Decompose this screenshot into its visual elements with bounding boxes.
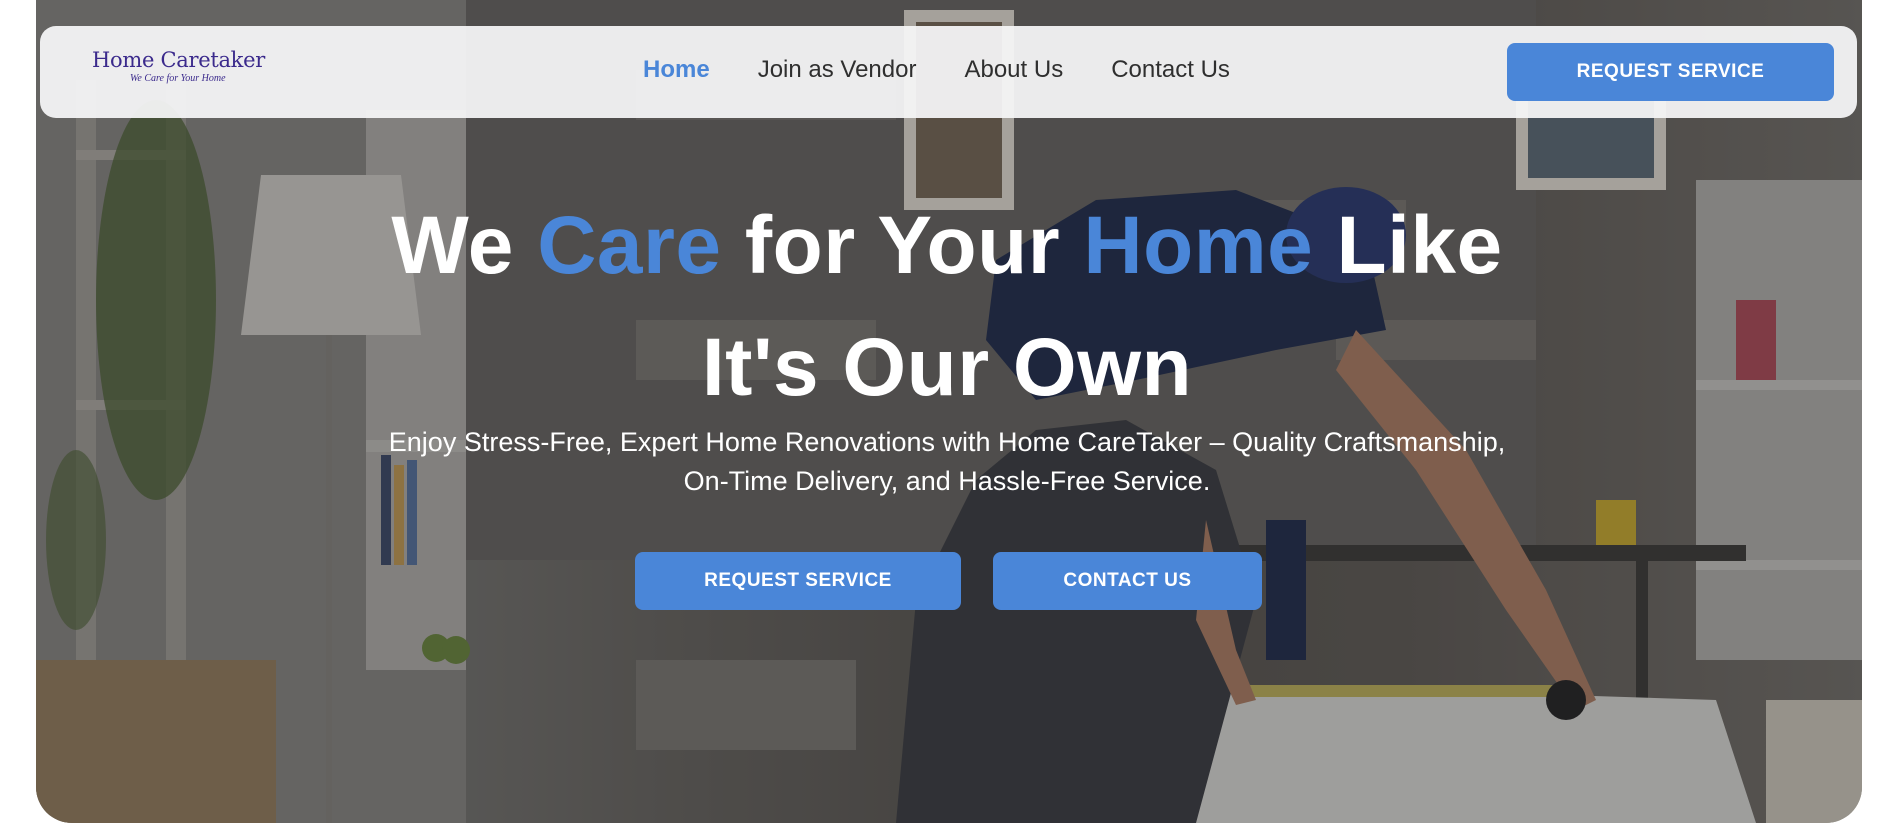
headline-accent-care: Care <box>537 200 722 291</box>
hero-contact-us-button[interactable]: CONTACT US <box>993 552 1262 610</box>
nav-link-contact-us[interactable]: Contact Us <box>1111 56 1230 84</box>
headline-part-1: We <box>391 200 538 291</box>
headline-part-2: for Your <box>721 200 1084 291</box>
headline-part-3: Like <box>1313 200 1503 291</box>
subline-line-1: Enjoy Stress-Free, Expert Home Renovatio… <box>388 427 1506 457</box>
nav-links: Home Join as Vendor About Us Contact Us <box>643 56 1230 84</box>
nav-request-service-button[interactable]: REQUEST SERVICE <box>1507 43 1834 101</box>
headline-line-2: It's Our Own <box>701 322 1193 413</box>
brand-name: Home Caretaker <box>92 48 265 72</box>
subline-line-2: On-Time Delivery, and Hassle-Free Servic… <box>683 466 1211 496</box>
top-navbar: Home Caretaker We Care for Your Home Hom… <box>40 26 1857 118</box>
hero-headline: We Care for Your Home Like It's Our Own <box>0 185 1894 429</box>
brand-tagline: We Care for Your Home <box>130 73 226 84</box>
hero-subheadline: Enjoy Stress-Free, Expert Home Renovatio… <box>0 423 1894 501</box>
nav-link-join-as-vendor[interactable]: Join as Vendor <box>758 56 917 84</box>
headline-accent-home: Home <box>1083 200 1314 291</box>
nav-link-home[interactable]: Home <box>643 56 710 84</box>
brand-logo[interactable]: Home Caretaker We Care for Your Home <box>92 48 282 96</box>
hero-request-service-button[interactable]: REQUEST SERVICE <box>635 552 961 610</box>
nav-link-about-us[interactable]: About Us <box>964 56 1063 84</box>
